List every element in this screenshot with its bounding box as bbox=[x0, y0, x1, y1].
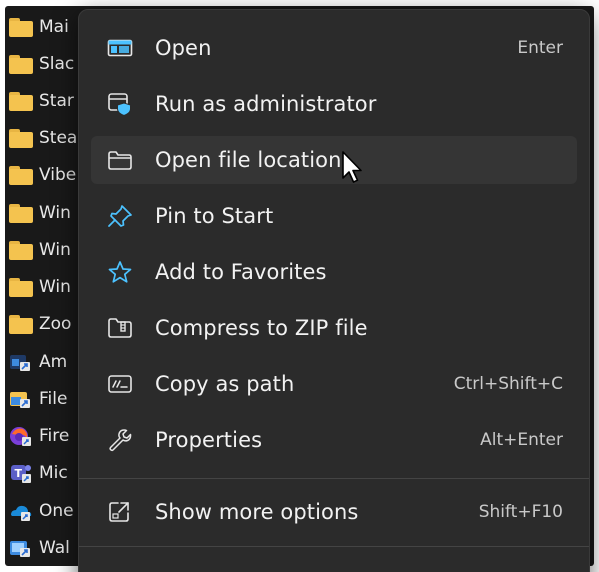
file-name: Win bbox=[39, 202, 71, 223]
menu-item-label: Show more options bbox=[155, 500, 359, 524]
firefox-icon bbox=[8, 425, 34, 447]
folder-icon bbox=[8, 239, 34, 261]
file-name: Vibe bbox=[39, 164, 77, 185]
menu-item-label: Open file location bbox=[155, 148, 342, 172]
zip-folder-icon bbox=[107, 316, 133, 340]
context-menu: Open Enter Run as administrator Open fil… bbox=[78, 9, 590, 572]
menu-item-shortcut: Ctrl+Shift+C bbox=[453, 374, 563, 394]
open-window-icon bbox=[107, 36, 133, 60]
menu-item-shortcut: Shift+F10 bbox=[478, 502, 563, 522]
file-name: Zoo bbox=[39, 313, 72, 334]
menu-item-label: Pin to Start bbox=[155, 204, 274, 228]
menu-item-label: Run as administrator bbox=[155, 92, 377, 116]
menu-item-label: Add to Favorites bbox=[155, 260, 327, 284]
folder-outline-icon bbox=[107, 148, 133, 172]
file-name: Am bbox=[39, 351, 68, 372]
file-name: File bbox=[39, 388, 68, 409]
menu-item-shortcut: Alt+Enter bbox=[480, 430, 563, 450]
menu-item-open[interactable]: Open Enter bbox=[91, 24, 577, 72]
folder-icon bbox=[8, 313, 34, 335]
onedrive-icon bbox=[8, 500, 34, 522]
star-icon bbox=[107, 260, 133, 284]
file-name: Stea bbox=[39, 127, 78, 148]
pin-icon bbox=[107, 204, 133, 228]
menu-item-label: Compress to ZIP file bbox=[155, 316, 368, 340]
file-name: Fire bbox=[39, 425, 70, 446]
menu-item-run-as-administrator[interactable]: Run as administrator bbox=[91, 80, 577, 128]
menu-item-pin-to-start[interactable]: Pin to Start bbox=[91, 192, 577, 240]
menu-item-label: Properties bbox=[155, 428, 263, 452]
menu-item-open-file-location[interactable]: Open file location bbox=[91, 136, 577, 184]
file-name: One bbox=[39, 500, 74, 521]
file-name: Slac bbox=[39, 53, 75, 74]
menu-item-compress-to-zip[interactable]: Compress to ZIP file bbox=[91, 304, 577, 352]
screen: Mai 2 Slac Star 2 Stea Vibe Win Win 2 bbox=[0, 0, 599, 572]
menu-item-label: Copy as path bbox=[155, 372, 295, 396]
menu-item-add-to-favorites[interactable]: Add to Favorites bbox=[91, 248, 577, 296]
app-shortcut-icon bbox=[8, 388, 34, 410]
folder-icon bbox=[8, 53, 34, 75]
file-name: Mic bbox=[39, 462, 68, 483]
file-name: Win bbox=[39, 239, 71, 260]
menu-divider bbox=[79, 478, 589, 479]
svg-text:T: T bbox=[15, 467, 23, 480]
file-name: Win bbox=[39, 276, 71, 297]
teams-icon: T bbox=[8, 462, 34, 484]
folder-icon bbox=[8, 276, 34, 298]
share-box-icon bbox=[107, 500, 133, 524]
menu-item-show-more-options[interactable]: Show more options Shift+F10 bbox=[91, 488, 577, 536]
folder-icon bbox=[8, 164, 34, 186]
file-name: Mai bbox=[39, 16, 69, 37]
wrench-icon bbox=[107, 428, 133, 452]
menu-divider bbox=[79, 546, 589, 547]
menu-item-label: Open bbox=[155, 36, 212, 60]
file-name: Star bbox=[39, 90, 74, 111]
folder-icon bbox=[8, 16, 34, 38]
folder-icon bbox=[8, 90, 34, 112]
path-icon bbox=[107, 372, 133, 396]
folder-icon bbox=[8, 202, 34, 224]
menu-item-properties[interactable]: Properties Alt+Enter bbox=[91, 416, 577, 464]
app-shortcut-icon bbox=[8, 351, 34, 373]
menu-item-copy-as-path[interactable]: Copy as path Ctrl+Shift+C bbox=[91, 360, 577, 408]
file-name: Wal bbox=[39, 537, 70, 558]
app-shortcut-icon bbox=[8, 537, 34, 559]
shield-window-icon bbox=[107, 92, 133, 117]
mouse-cursor-icon bbox=[341, 150, 365, 186]
menu-item-shortcut: Enter bbox=[517, 38, 563, 58]
folder-icon bbox=[8, 127, 34, 149]
